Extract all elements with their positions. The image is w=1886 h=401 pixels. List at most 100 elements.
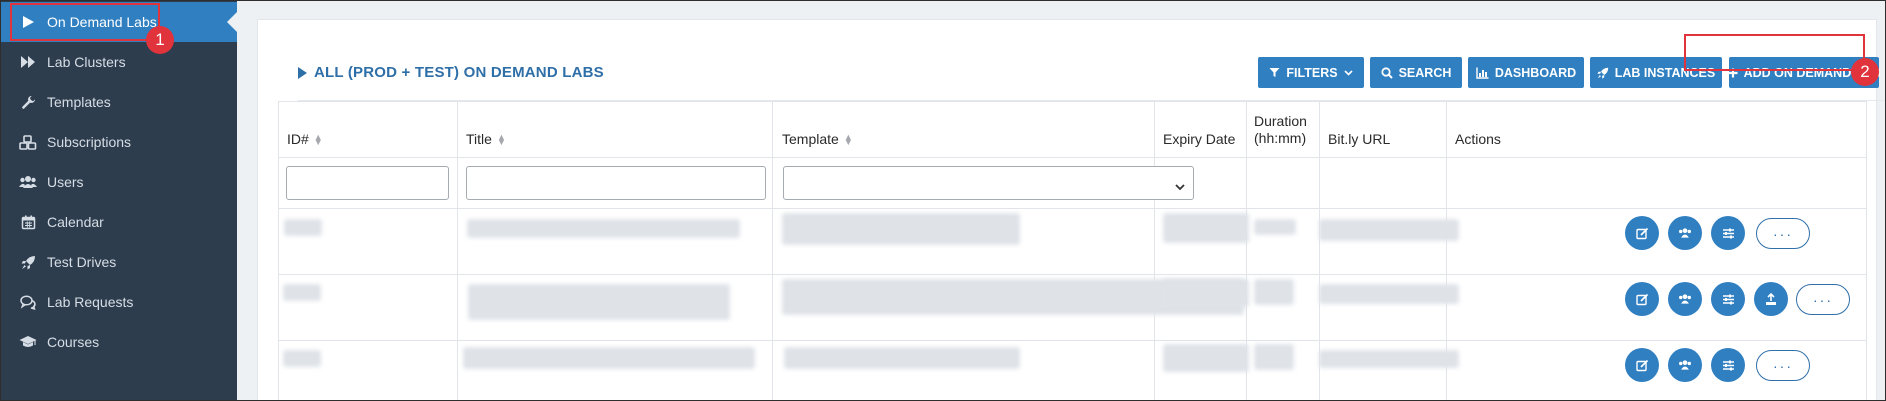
redacted-title	[468, 284, 730, 320]
calendar-icon	[17, 215, 39, 230]
sort-icon: ▲ ▼	[843, 131, 853, 147]
edit-icon	[1635, 227, 1649, 240]
title-triangle-icon	[298, 66, 307, 79]
title-filter-input[interactable]	[466, 166, 766, 200]
fast-forward-icon	[17, 55, 39, 69]
sidebar-item-label: Calendar	[47, 214, 104, 230]
step-badge-1: 1	[146, 26, 174, 54]
sidebar-item-label: Lab Clusters	[47, 54, 126, 70]
assign-users-button[interactable]	[1668, 216, 1702, 250]
redacted-title	[467, 219, 740, 238]
sliders-icon	[1722, 359, 1735, 372]
sidebar-item-courses[interactable]: Courses	[1, 322, 237, 362]
column-header-bitly-url: Bit.ly URL	[1328, 131, 1391, 147]
row-divider	[279, 340, 1866, 341]
redacted-id	[283, 284, 321, 301]
row-divider	[279, 274, 1866, 275]
column-divider	[457, 102, 458, 400]
template-filter-select[interactable]	[783, 166, 1194, 200]
sidebar-item-test-drives[interactable]: Test Drives	[1, 242, 237, 282]
edit-button[interactable]	[1625, 282, 1659, 316]
users-icon	[1678, 293, 1692, 305]
more-actions-button[interactable]: ···	[1756, 350, 1810, 381]
sidebar-item-label: Courses	[47, 334, 100, 350]
redacted-expiry	[1163, 279, 1249, 307]
active-indicator	[227, 12, 237, 32]
upload-icon	[1765, 292, 1777, 306]
sidebar-item-label: Templates	[47, 94, 111, 110]
users-icon	[1678, 359, 1692, 371]
rocket-icon	[1597, 67, 1609, 79]
redacted-duration	[1254, 279, 1294, 305]
assign-users-button[interactable]	[1668, 348, 1702, 382]
id-filter-input[interactable]	[286, 166, 449, 200]
column-divider	[1154, 102, 1155, 400]
column-divider	[772, 102, 773, 400]
edit-button[interactable]	[1625, 216, 1659, 250]
redacted-id	[283, 350, 321, 367]
deploy-button[interactable]	[1754, 282, 1788, 316]
sidebar-item-subscriptions[interactable]: Subscriptions	[1, 122, 237, 162]
main-content: ALL (PROD + TEST) ON DEMAND LABS FILTERS…	[237, 1, 1885, 400]
row-divider	[279, 157, 1866, 158]
settings-button[interactable]	[1711, 282, 1745, 316]
row-divider	[279, 208, 1866, 209]
rocket-icon	[17, 255, 39, 270]
highlight-box-add-lab	[1684, 34, 1865, 71]
more-actions-button[interactable]: ···	[1756, 218, 1810, 249]
sidebar: On Demand Labs Lab Clusters Templates Su…	[1, 1, 237, 400]
filter-icon	[1269, 67, 1280, 78]
more-actions-button[interactable]: ···	[1796, 284, 1850, 315]
dashboard-button[interactable]: DASHBOARD	[1468, 57, 1584, 88]
filters-button[interactable]: FILTERS	[1258, 57, 1364, 88]
sidebar-item-calendar[interactable]: Calendar	[1, 202, 237, 242]
sidebar-item-templates[interactable]: Templates	[1, 82, 237, 122]
edit-button[interactable]	[1625, 348, 1659, 382]
chat-bubbles-icon	[17, 294, 39, 310]
redacted-expiry	[1163, 213, 1249, 243]
highlight-box-on-demand-labs	[10, 3, 160, 41]
bar-chart-icon	[1476, 67, 1489, 79]
column-header-actions: Actions	[1455, 131, 1501, 147]
search-button[interactable]: SEARCH	[1370, 57, 1462, 88]
sidebar-item-users[interactable]: Users	[1, 162, 237, 202]
redacted-url	[1319, 284, 1459, 304]
search-icon	[1380, 66, 1393, 79]
sort-icon: ▲ ▼	[313, 131, 323, 147]
redacted-template	[784, 347, 1020, 369]
sidebar-item-label: Users	[47, 174, 84, 190]
column-header-id[interactable]: ID# ▲ ▼	[287, 131, 323, 148]
sidebar-item-label: Lab Requests	[47, 294, 134, 310]
edit-icon	[1635, 359, 1649, 372]
redacted-duration	[1254, 219, 1296, 235]
settings-button[interactable]	[1711, 216, 1745, 250]
app-window: On Demand Labs Lab Clusters Templates Su…	[0, 0, 1886, 401]
users-icon	[1678, 227, 1692, 239]
sidebar-item-lab-clusters[interactable]: Lab Clusters	[1, 42, 237, 82]
step-badge-2: 2	[1851, 58, 1879, 86]
cubes-icon	[17, 134, 39, 150]
redacted-id	[284, 219, 322, 236]
column-header-expiry-date: Expiry Date	[1163, 131, 1236, 147]
column-header-template[interactable]: Template ▲ ▼	[782, 131, 853, 148]
graduation-cap-icon	[17, 335, 39, 349]
redacted-expiry	[1163, 344, 1249, 372]
redacted-duration	[1254, 344, 1294, 370]
sidebar-item-lab-requests[interactable]: Lab Requests	[1, 282, 237, 322]
page-title: ALL (PROD + TEST) ON DEMAND LABS	[298, 64, 604, 81]
sidebar-item-label: Subscriptions	[47, 134, 132, 150]
sidebar-item-label: Test Drives	[47, 254, 117, 270]
column-header-duration: Duration (hh:mm)	[1254, 113, 1307, 146]
redacted-title	[463, 347, 755, 369]
sliders-icon	[1722, 227, 1735, 240]
sliders-icon	[1722, 293, 1735, 306]
settings-button[interactable]	[1711, 348, 1745, 382]
redacted-url	[1319, 219, 1459, 241]
column-header-title[interactable]: Title ▲ ▼	[466, 131, 506, 148]
chevron-down-icon	[1344, 69, 1353, 76]
sort-icon: ▲ ▼	[496, 131, 506, 147]
redacted-template	[782, 213, 1020, 245]
assign-users-button[interactable]	[1668, 282, 1702, 316]
edit-icon	[1635, 293, 1649, 306]
wrench-icon	[17, 95, 39, 110]
